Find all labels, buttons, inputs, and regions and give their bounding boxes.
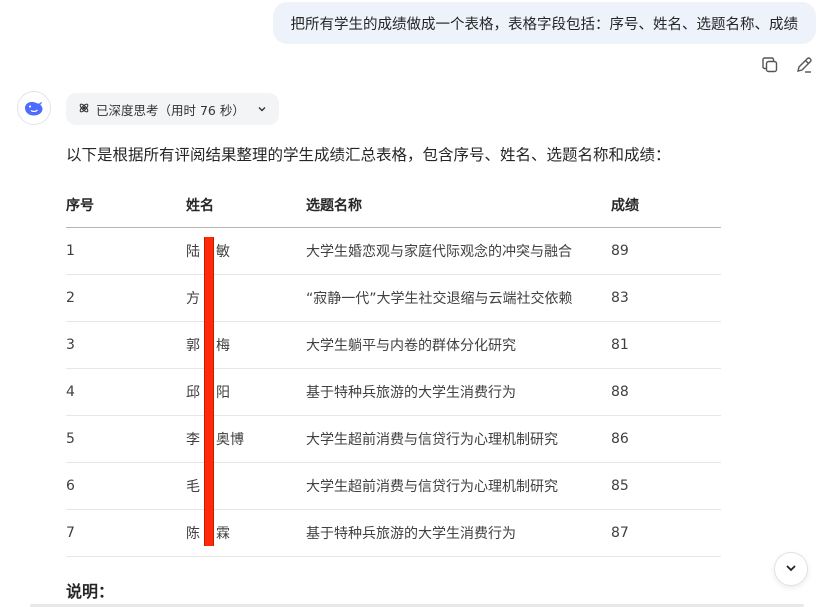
chevron-down-icon (784, 560, 798, 579)
redaction-bar (204, 237, 214, 546)
cell-topic: 大学生超前消费与信贷行为心理机制研究 (306, 415, 611, 463)
scroll-to-bottom-button[interactable] (774, 552, 808, 586)
atom-icon (78, 102, 90, 117)
cell-score: 87 (611, 509, 721, 557)
table-row: 6 毛 大学生超前消费与信贷行为心理机制研究 85 (66, 462, 721, 510)
message-actions (760, 55, 814, 75)
cell-no: 1 (66, 227, 186, 275)
table-row: 1 陆敏 大学生婚恋观与家庭代际观念的冲突与融合 89 (66, 227, 721, 275)
assistant-intro-text: 以下是根据所有评阅结果整理的学生成绩汇总表格，包含序号、姓名、选题名称和成绩： (66, 146, 671, 164)
user-message-text: 把所有学生的成绩做成一个表格，表格字段包括：序号、姓名、选题名称、成绩 (290, 16, 799, 33)
cell-topic: 基于特种兵旅游的大学生消费行为 (306, 368, 611, 416)
note-heading: 说明： (66, 582, 115, 601)
cell-no: 2 (66, 274, 186, 322)
copy-icon[interactable] (760, 55, 780, 75)
header-topic: 选题名称 (306, 183, 611, 228)
table-row: 7 陈霖 基于特种兵旅游的大学生消费行为 87 (66, 509, 721, 557)
deep-think-toggle[interactable]: 已深度思考（用时 76 秒） (66, 93, 279, 125)
table-row: 5 李奥博 大学生超前消费与信贷行为心理机制研究 86 (66, 415, 721, 463)
cell-score: 89 (611, 227, 721, 275)
cell-no: 5 (66, 415, 186, 463)
table-row: 2 方 “寂静一代”大学生社交退缩与云端社交依赖 83 (66, 274, 721, 322)
table-header-row: 序号 姓名 选题名称 成绩 (66, 183, 721, 228)
cell-no: 6 (66, 462, 186, 510)
cell-score: 81 (611, 321, 721, 369)
cell-no: 7 (66, 509, 186, 557)
edit-icon[interactable] (794, 55, 814, 75)
cell-topic: “寂静一代”大学生社交退缩与云端社交依赖 (306, 274, 611, 322)
table-row: 3 郭梅 大学生躺平与内卷的群体分化研究 81 (66, 321, 721, 369)
cell-score: 85 (611, 462, 721, 510)
chevron-down-icon (257, 102, 267, 117)
cell-score: 88 (611, 368, 721, 416)
deep-think-label: 已深度思考（用时 76 秒） (96, 102, 245, 118)
cell-topic: 大学生超前消费与信贷行为心理机制研究 (306, 462, 611, 510)
cell-score: 83 (611, 274, 721, 322)
cell-topic: 基于特种兵旅游的大学生消费行为 (306, 509, 611, 557)
table-row: 4 邱阳 基于特种兵旅游的大学生消费行为 88 (66, 368, 721, 416)
cell-score: 86 (611, 415, 721, 463)
header-no: 序号 (66, 183, 186, 228)
header-name: 姓名 (186, 183, 306, 228)
score-table: 序号 姓名 选题名称 成绩 1 陆敏 大学生婚恋观与家庭代际观念的冲突与融合 8… (66, 183, 721, 557)
user-message-bubble: 把所有学生的成绩做成一个表格，表格字段包括：序号、姓名、选题名称、成绩 (272, 2, 816, 44)
deepseek-whale-icon (17, 91, 51, 125)
cell-no: 3 (66, 321, 186, 369)
cell-topic: 大学生婚恋观与家庭代际观念的冲突与融合 (306, 227, 611, 275)
header-score: 成绩 (611, 183, 721, 228)
cell-topic: 大学生躺平与内卷的群体分化研究 (306, 321, 611, 369)
cell-no: 4 (66, 368, 186, 416)
